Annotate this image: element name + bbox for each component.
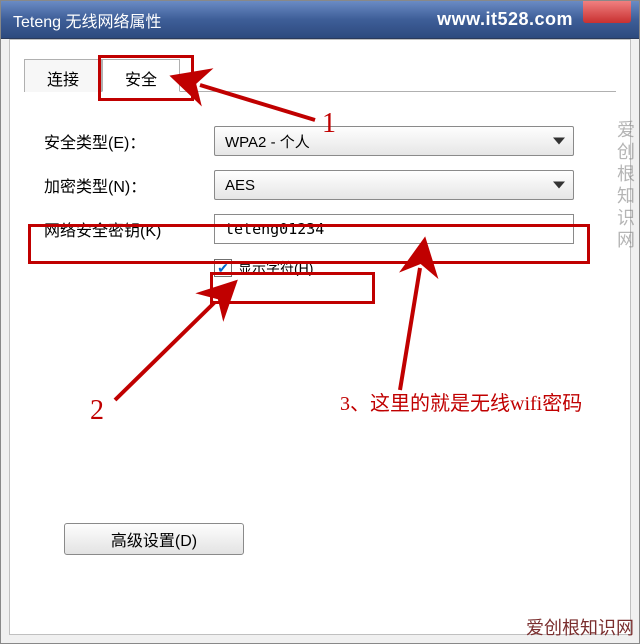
annotation-text-3: 3、这里的就是无线wifi密码 [340,388,630,420]
window-title: Teteng 无线网络属性 [13,8,437,32]
combo-encryption-type[interactable]: AES [214,170,574,200]
combo-encryption-type-value: AES [225,177,255,194]
annotation-box-tab [98,55,194,101]
chevron-down-icon [553,182,565,189]
watermark-url: www.it528.com [437,9,573,30]
watermark-bottom: 爱创根知识网 [526,614,634,640]
security-panel: 安全类型(E)： WPA2 - 个人 加密类型(N)： AES 网络安全密钥(K… [24,92,616,555]
label-security-type: 安全类型(E)： [44,129,214,153]
annotation-num-2: 2 [90,395,104,427]
chevron-down-icon [553,138,565,145]
tab-connection[interactable]: 连接 [24,59,102,92]
label-encryption-type: 加密类型(N)： [44,173,214,197]
watermark-vertical: 爱创根知识网 [612,120,638,252]
window-frame: Teteng 无线网络属性 www.it528.com 连接 安全 安全类型(E… [0,0,640,644]
row-encryption-type: 加密类型(N)： AES [44,170,616,200]
advanced-settings-button[interactable]: 高级设置(D) [64,523,244,555]
titlebar: Teteng 无线网络属性 www.it528.com [1,1,639,39]
combo-security-type-value: WPA2 - 个人 [225,131,310,152]
close-button[interactable] [583,1,631,23]
client-area: 连接 安全 安全类型(E)： WPA2 - 个人 加密类型(N)： AES 网络… [9,39,631,635]
annotation-num-1: 1 [322,108,336,140]
annotation-box-showchars [210,272,375,304]
annotation-box-key [28,224,590,264]
combo-security-type[interactable]: WPA2 - 个人 [214,126,574,156]
